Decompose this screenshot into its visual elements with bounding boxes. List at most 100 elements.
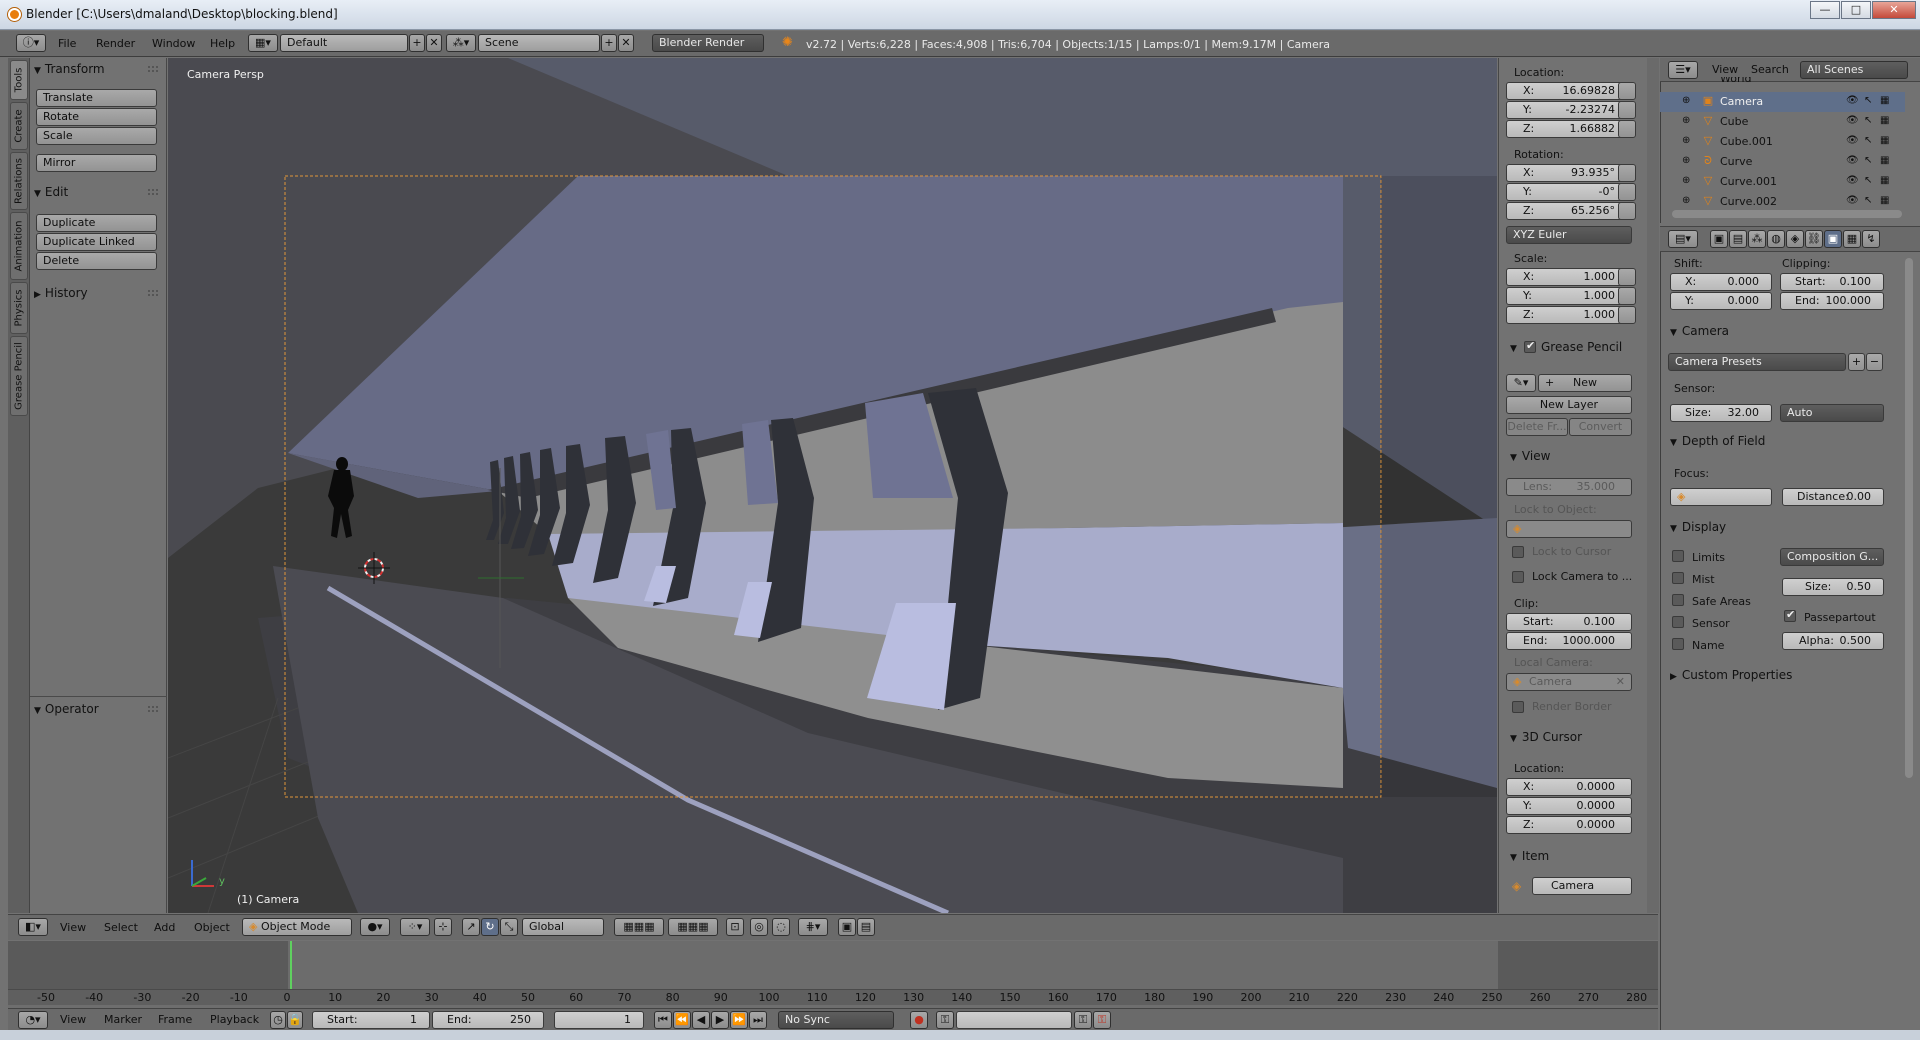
local-camera-field[interactable]: ◈ Camera ✕ bbox=[1506, 673, 1632, 691]
transform-orientation-select[interactable]: Global bbox=[522, 918, 604, 936]
menu-window[interactable]: Window bbox=[152, 37, 195, 50]
clipping-start-field[interactable]: Start: 0.100 bbox=[1780, 273, 1884, 291]
cursor-select-icon[interactable]: ↖ bbox=[1864, 195, 1872, 206]
scale-y-field[interactable]: Y: 1.000 bbox=[1506, 287, 1632, 305]
n-panel-scrollbar[interactable] bbox=[1647, 58, 1659, 913]
sensor-size-field[interactable]: Size: 32.00 bbox=[1670, 404, 1772, 422]
render-engine-select[interactable]: Blender Render bbox=[652, 34, 764, 52]
transform-panel-header[interactable]: ▼ Transform bbox=[34, 62, 105, 76]
translate-button[interactable]: Translate bbox=[36, 89, 157, 107]
jump-end-icon[interactable]: ⏭ bbox=[749, 1011, 767, 1029]
remove-scene-icon[interactable]: ✕ bbox=[618, 34, 634, 52]
jump-keyframe-back-icon[interactable]: ⏪ bbox=[673, 1011, 691, 1029]
proportional-edit-icon[interactable]: ◎ bbox=[750, 918, 768, 936]
name-checkbox[interactable] bbox=[1672, 638, 1684, 650]
gp-new-button[interactable]: + New bbox=[1538, 374, 1632, 392]
editor-type-info-icon[interactable]: ⓘ▾ bbox=[16, 34, 46, 52]
layers-grid-1-icon[interactable]: ▦▦▦ bbox=[614, 918, 664, 936]
gp-delete-frame-button[interactable]: Delete Fr... bbox=[1506, 418, 1568, 436]
eye-icon[interactable]: 👁 bbox=[1846, 155, 1859, 166]
current-frame-field[interactable]: 1 bbox=[554, 1011, 644, 1029]
tab-grease-pencil[interactable]: Grease Pencil bbox=[10, 336, 28, 416]
menu-render[interactable]: Render bbox=[96, 37, 135, 50]
mist-checkbox[interactable] bbox=[1672, 572, 1684, 584]
scale-manipulator-icon[interactable]: ⤡ bbox=[500, 918, 518, 936]
add-scene-icon[interactable]: + bbox=[601, 34, 617, 52]
cursor-select-icon[interactable]: ↖ bbox=[1864, 155, 1872, 166]
rotation-z-field[interactable]: Z: 65.256° bbox=[1506, 202, 1632, 220]
play-reverse-icon[interactable]: ◀ bbox=[692, 1011, 710, 1029]
outliner-row-cube-001[interactable]: ⊕ ▽ Cube.001 👁 ↖ ▦ bbox=[1660, 132, 1905, 152]
clip-start-field[interactable]: Start: 0.100 bbox=[1506, 613, 1632, 631]
editor-type-3d-view-icon[interactable]: ◧▾ bbox=[18, 918, 48, 936]
menu-help[interactable]: Help bbox=[210, 37, 235, 50]
layers-grid-2-icon[interactable]: ▦▦▦ bbox=[668, 918, 718, 936]
timeline-menu-view[interactable]: View bbox=[60, 1013, 86, 1026]
remove-preset-icon[interactable]: − bbox=[1866, 353, 1883, 371]
add-preset-icon[interactable]: + bbox=[1848, 353, 1865, 371]
viewport-menu-add[interactable]: Add bbox=[154, 921, 175, 934]
expand-icon[interactable]: ⊕ bbox=[1682, 115, 1690, 126]
lock-icon[interactable] bbox=[1618, 101, 1636, 119]
render-icon[interactable]: ▦ bbox=[1880, 135, 1889, 146]
rotation-x-field[interactable]: X: 93.935° bbox=[1506, 164, 1632, 182]
duplicate-button[interactable]: Duplicate bbox=[36, 214, 157, 232]
outliner-row-curve-002[interactable]: ⊕ ▽ Curve.002 👁 ↖ ▦ bbox=[1660, 192, 1905, 209]
lock-to-object-field[interactable]: ◈ bbox=[1506, 520, 1632, 538]
minimize-button[interactable]: — bbox=[1810, 1, 1840, 19]
edit-panel-header[interactable]: ▼ Edit bbox=[34, 185, 68, 199]
outliner-menu-view[interactable]: View bbox=[1712, 63, 1738, 76]
panel-grip-icon[interactable] bbox=[148, 290, 158, 296]
camera-panel-header[interactable]: ▼ Camera bbox=[1670, 324, 1729, 338]
snap-element-icon[interactable]: ◌ bbox=[772, 918, 790, 936]
delete-keyframe-icon[interactable]: ⚿ bbox=[1093, 1011, 1111, 1029]
jump-keyframe-forward-icon[interactable]: ⏩ bbox=[730, 1011, 748, 1029]
world-tab-icon[interactable]: ◍ bbox=[1767, 230, 1785, 248]
cursor-select-icon[interactable]: ↖ bbox=[1864, 175, 1872, 186]
insert-keyframe-icon[interactable]: ⚿ bbox=[1074, 1011, 1092, 1029]
render-opengl-icon[interactable]: ▣ bbox=[838, 918, 856, 936]
expand-icon[interactable]: ⊕ bbox=[1682, 135, 1690, 146]
view-panel-header[interactable]: ▼ View bbox=[1510, 449, 1550, 463]
eye-icon[interactable]: 👁 bbox=[1846, 135, 1859, 146]
lock-icon[interactable] bbox=[1618, 202, 1636, 220]
history-panel-header[interactable]: ▶ History bbox=[34, 286, 88, 300]
expand-icon[interactable]: ⊕ bbox=[1682, 175, 1690, 186]
grease-pencil-panel-header[interactable]: ▼ bbox=[1510, 340, 1522, 354]
expand-icon[interactable]: ⊕ bbox=[1682, 95, 1690, 106]
custom-properties-panel-header[interactable]: ▶ Custom Properties bbox=[1670, 668, 1792, 682]
outliner-menu-search[interactable]: Search bbox=[1751, 63, 1789, 76]
tab-animation[interactable]: Animation bbox=[10, 212, 28, 280]
pivot-point-icon[interactable]: ⁘▾ bbox=[400, 918, 430, 936]
scale-z-field[interactable]: Z: 1.000 bbox=[1506, 306, 1632, 324]
render-animation-icon[interactable]: ▤ bbox=[857, 918, 875, 936]
render-icon[interactable]: ▦ bbox=[1880, 115, 1889, 126]
interaction-mode-select[interactable]: ◈ Object Mode bbox=[242, 918, 352, 936]
current-frame-marker[interactable] bbox=[290, 941, 292, 989]
render-icon[interactable]: ▦ bbox=[1880, 95, 1889, 106]
location-z-field[interactable]: Z: 1.66882 bbox=[1506, 120, 1632, 138]
viewport-shading-icon[interactable]: ●▾ bbox=[360, 918, 390, 936]
lock-icon[interactable] bbox=[1618, 183, 1636, 201]
eye-icon[interactable]: 👁 bbox=[1846, 115, 1859, 126]
passepartout-alpha-field[interactable]: Alpha: 0.500 bbox=[1782, 632, 1884, 650]
item-name-field[interactable]: Camera bbox=[1532, 877, 1632, 895]
lock-icon[interactable] bbox=[1618, 287, 1636, 305]
lock-icon[interactable] bbox=[1618, 82, 1636, 100]
expand-icon[interactable]: ⊕ bbox=[1682, 155, 1690, 166]
rotate-button[interactable]: Rotate bbox=[36, 108, 157, 126]
scene-tab-icon[interactable]: ⁂ bbox=[1748, 230, 1766, 248]
scene-icon[interactable]: ⁂▾ bbox=[446, 34, 476, 52]
shift-x-field[interactable]: X: 0.000 bbox=[1670, 273, 1772, 291]
viewport-menu-view[interactable]: View bbox=[60, 921, 86, 934]
focus-object-field[interactable]: ◈ bbox=[1670, 488, 1772, 506]
close-button[interactable]: ✕ bbox=[1872, 1, 1916, 19]
item-panel-header[interactable]: ▼ Item bbox=[1510, 849, 1549, 863]
location-y-field[interactable]: Y: -2.23274 bbox=[1506, 101, 1632, 119]
rotation-mode-select[interactable]: XYZ Euler bbox=[1506, 226, 1632, 244]
depth-of-field-panel-header[interactable]: ▼ Depth of Field bbox=[1670, 434, 1765, 448]
lock-icon[interactable] bbox=[1618, 268, 1636, 286]
outliner-row-curve-001[interactable]: ⊕ ▽ Curve.001 👁 ↖ ▦ bbox=[1660, 172, 1905, 192]
remove-layout-icon[interactable]: ✕ bbox=[426, 34, 442, 52]
display-panel-header[interactable]: ▼ Display bbox=[1670, 520, 1726, 534]
